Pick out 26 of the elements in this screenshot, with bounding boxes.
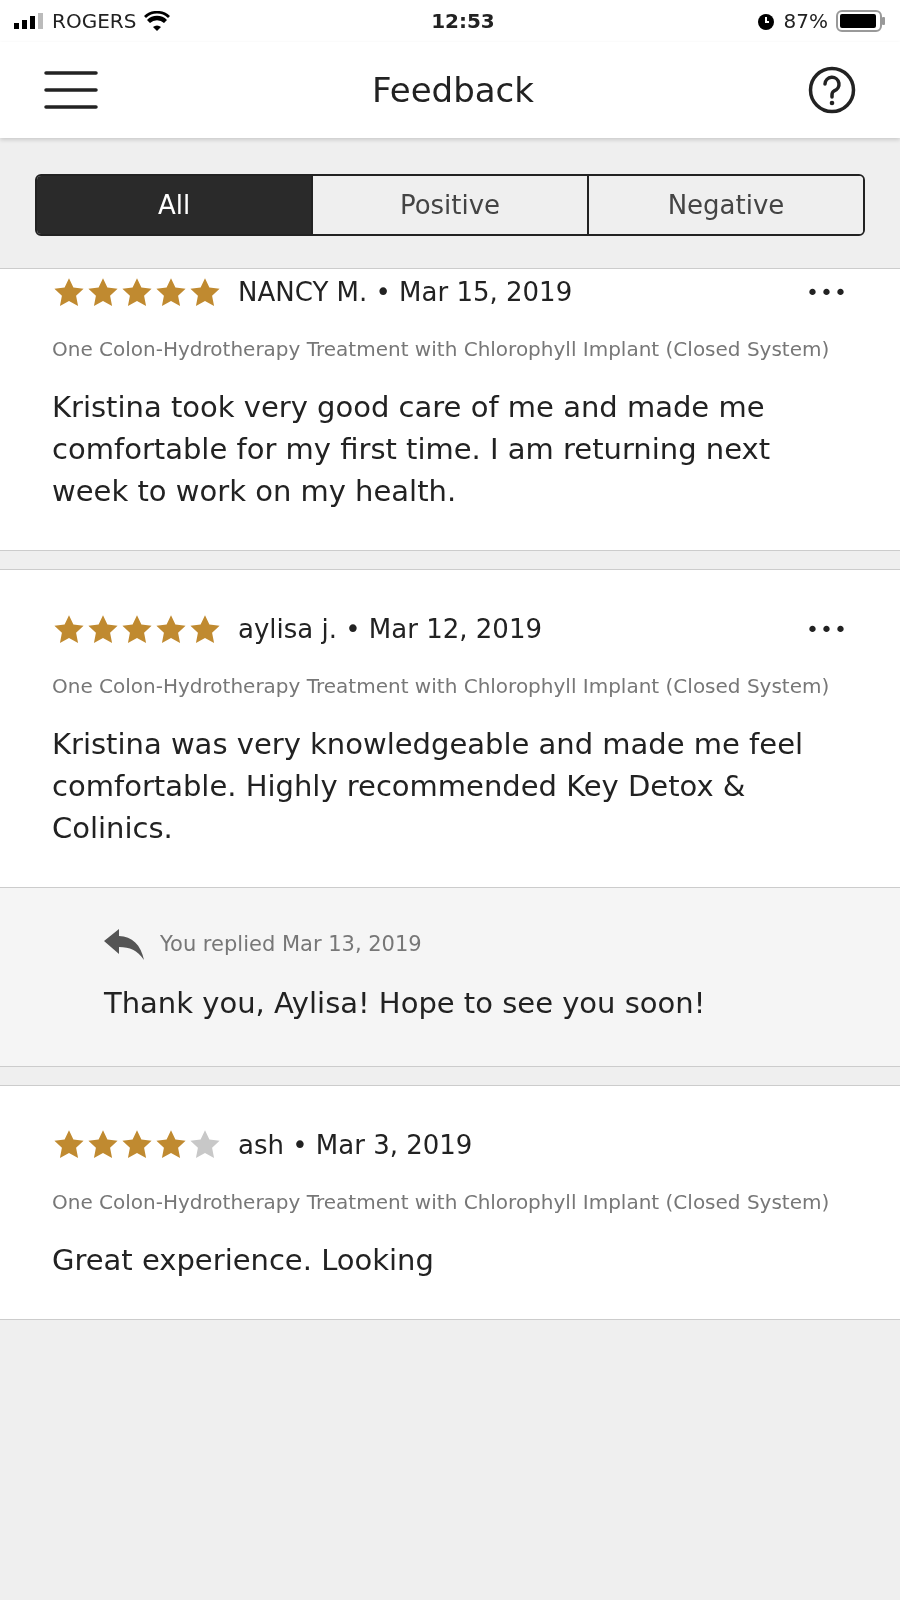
menu-icon[interactable] (44, 70, 98, 110)
review-text: Kristina was very knowledgeable and made me feel comfortable. Highly recommended Key Detox & Colinics. (52, 726, 805, 848)
alarm-icon (755, 11, 776, 31)
more-button[interactable]: ••• (806, 276, 848, 309)
reply-date: You replied Mar 13, 2019 (160, 930, 422, 958)
reviewer-date: NANCY M. • Mar 15, 2019 (238, 276, 573, 309)
reviewer-date: aylisa j. • Mar 12, 2019 (238, 613, 542, 647)
reviewer-date: ash • Mar 3, 2019 (238, 1128, 473, 1162)
service-name: One Colon-Hydrotherapy Treatment with Chlorophyll Implant (Closed System) (52, 1188, 831, 1216)
more-button[interactable]: ••• (806, 613, 848, 647)
clock-time: 12:53 (431, 8, 495, 35)
help-icon[interactable] (808, 66, 856, 114)
filter-tab[interactable]: Negative (587, 176, 863, 234)
reply-icon (104, 928, 144, 961)
review-text: Kristina took very good care of me and made me comfortable for my first time. I am returning next week to work on my health. (52, 389, 772, 511)
battery-percent: 87% (783, 8, 828, 35)
carrier-name: ROGERS (52, 8, 137, 35)
service-name: One Colon-Hydrotherapy Treatment with Chlorophyll Implant (Closed System) (52, 336, 831, 363)
signal-icon (14, 13, 44, 29)
battery-icon (836, 10, 886, 32)
wifi-icon (144, 11, 171, 31)
filter-tab[interactable]: All (37, 176, 311, 234)
page-title: Feedback (372, 68, 534, 112)
reply-text: Thank you, Aylisa! Hope to see you soon! (104, 985, 707, 1023)
service-name: One Colon-Hydrotherapy Treatment with Chlorophyll Implant (Closed System) (52, 673, 831, 701)
review-text: Great experience. Looking (52, 1241, 435, 1279)
